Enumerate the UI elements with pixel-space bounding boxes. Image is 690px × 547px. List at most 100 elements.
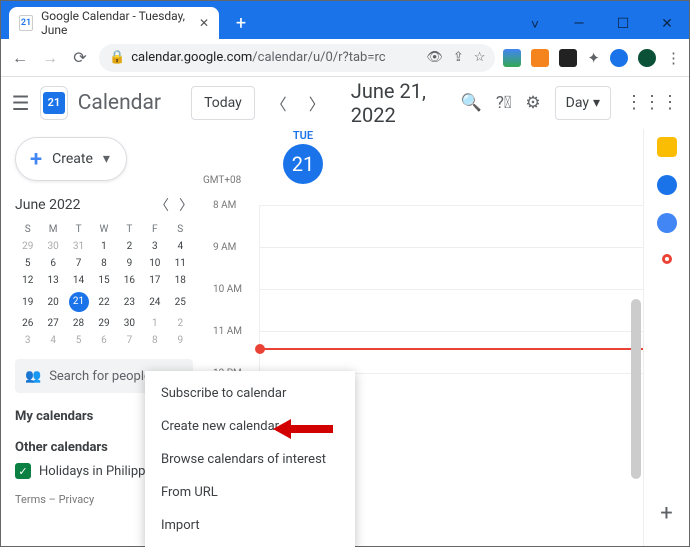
window-minimize-icon[interactable]: — bbox=[557, 9, 601, 39]
google-apps-icon[interactable]: ⋮⋮⋮ bbox=[625, 92, 679, 113]
mini-dow: M bbox=[40, 221, 65, 238]
mini-next-icon[interactable]: 〉 bbox=[179, 195, 193, 215]
eye-icon[interactable]: 👁 bbox=[426, 50, 443, 65]
extension-icon[interactable] bbox=[503, 49, 521, 67]
mini-day[interactable]: 8 bbox=[142, 332, 167, 349]
mini-dow: S bbox=[168, 221, 193, 238]
mini-day[interactable]: 13 bbox=[40, 272, 65, 289]
share-icon[interactable]: ⇪ bbox=[453, 50, 464, 65]
main-menu-icon[interactable]: ☰ bbox=[11, 91, 30, 115]
mini-day[interactable]: 29 bbox=[91, 315, 116, 332]
lock-icon: 🔒 bbox=[109, 50, 125, 65]
scrollbar-thumb[interactable] bbox=[631, 299, 641, 479]
menu-item[interactable]: Subscribe to calendar bbox=[145, 377, 355, 410]
mini-day[interactable]: 4 bbox=[168, 238, 193, 255]
mini-day[interactable]: 4 bbox=[40, 332, 65, 349]
maps-icon[interactable] bbox=[657, 251, 677, 271]
keep-icon[interactable] bbox=[657, 137, 677, 157]
mini-day[interactable]: 22 bbox=[91, 289, 116, 315]
browser-tab[interactable]: 21 Google Calendar - Tuesday, June ✕ bbox=[9, 7, 219, 39]
view-selector[interactable]: Day ▾ bbox=[555, 86, 611, 120]
extension-dark-icon[interactable] bbox=[559, 49, 577, 67]
create-button[interactable]: + Create ▾ bbox=[15, 137, 127, 181]
bookmark-icon[interactable]: ☆ bbox=[474, 50, 486, 65]
mini-day[interactable]: 6 bbox=[91, 332, 116, 349]
mini-day[interactable]: 2 bbox=[168, 315, 193, 332]
mini-day[interactable]: 1 bbox=[91, 238, 116, 255]
mini-day[interactable]: 20 bbox=[40, 289, 65, 315]
extension-blue-icon[interactable] bbox=[610, 49, 628, 67]
mini-day[interactable]: 21 bbox=[66, 289, 91, 315]
back-icon[interactable]: ← bbox=[9, 48, 31, 68]
hour-row[interactable]: 8 AM bbox=[259, 205, 643, 247]
metamask-icon[interactable] bbox=[531, 49, 549, 67]
mini-day[interactable]: 7 bbox=[66, 255, 91, 272]
forward-icon[interactable]: → bbox=[39, 48, 61, 68]
mini-day[interactable]: 3 bbox=[142, 238, 167, 255]
mini-day[interactable]: 5 bbox=[66, 332, 91, 349]
day-number-badge: 21 bbox=[283, 144, 323, 184]
new-tab-button[interactable]: + bbox=[227, 9, 255, 37]
settings-gear-icon[interactable]: ⚙ bbox=[525, 93, 540, 113]
mini-day[interactable]: 30 bbox=[40, 238, 65, 255]
address-bar[interactable]: 🔒 calendar.google.com/calendar/u/0/r?tab… bbox=[99, 44, 495, 72]
mini-day[interactable]: 25 bbox=[168, 289, 193, 315]
calendar-item-label: Holidays in Philippi bbox=[39, 464, 149, 479]
mini-prev-icon[interactable]: 〈 bbox=[155, 195, 169, 215]
mini-day[interactable]: 6 bbox=[40, 255, 65, 272]
mini-day[interactable]: 29 bbox=[15, 238, 40, 255]
privacy-link[interactable]: Privacy bbox=[59, 493, 95, 506]
menu-item[interactable]: From URL bbox=[145, 476, 355, 509]
menu-item[interactable]: Import bbox=[145, 509, 355, 542]
mini-day[interactable]: 9 bbox=[168, 332, 193, 349]
mini-day[interactable]: 12 bbox=[15, 272, 40, 289]
mini-day[interactable]: 5 bbox=[15, 255, 40, 272]
add-addon-icon[interactable]: + bbox=[660, 501, 672, 526]
mini-dow: T bbox=[117, 221, 142, 238]
browser-menu-icon[interactable]: ⋮ bbox=[666, 49, 681, 67]
prev-period-icon[interactable]: 〈 bbox=[265, 91, 293, 115]
mini-day[interactable]: 26 bbox=[15, 315, 40, 332]
mini-calendar[interactable]: SMTWTFS 29303112345678910111213141516171… bbox=[15, 221, 193, 349]
hour-row[interactable]: 11 AM bbox=[259, 331, 643, 373]
hour-row[interactable]: 9 AM bbox=[259, 247, 643, 289]
mini-day[interactable]: 30 bbox=[117, 315, 142, 332]
tasks-icon[interactable] bbox=[657, 175, 677, 195]
window-close-icon[interactable]: ✕ bbox=[645, 9, 689, 39]
mini-day[interactable]: 7 bbox=[117, 332, 142, 349]
mini-day[interactable]: 9 bbox=[117, 255, 142, 272]
mini-day[interactable]: 19 bbox=[15, 289, 40, 315]
mini-day[interactable]: 17 bbox=[142, 272, 167, 289]
mini-day[interactable]: 31 bbox=[66, 238, 91, 255]
mini-day[interactable]: 1 bbox=[142, 315, 167, 332]
close-tab-icon[interactable]: ✕ bbox=[199, 16, 209, 30]
mini-day[interactable]: 16 bbox=[117, 272, 142, 289]
terms-link[interactable]: Terms bbox=[15, 493, 46, 506]
mini-day[interactable]: 8 bbox=[91, 255, 116, 272]
extensions-puzzle-icon[interactable]: ✦ bbox=[587, 49, 600, 67]
search-icon[interactable]: 🔍 bbox=[461, 93, 482, 113]
menu-item[interactable]: Browse calendars of interest bbox=[145, 443, 355, 476]
next-period-icon[interactable]: 〉 bbox=[303, 91, 331, 115]
mini-day[interactable]: 11 bbox=[168, 255, 193, 272]
mini-day[interactable]: 18 bbox=[168, 272, 193, 289]
mini-day[interactable]: 14 bbox=[66, 272, 91, 289]
side-panel: + bbox=[643, 129, 689, 546]
mini-day[interactable]: 3 bbox=[15, 332, 40, 349]
mini-day[interactable]: 10 bbox=[142, 255, 167, 272]
hour-row[interactable]: 10 AM bbox=[259, 289, 643, 331]
window-dropdown-icon[interactable]: ˅ bbox=[513, 9, 557, 39]
mini-day[interactable]: 23 bbox=[117, 289, 142, 315]
checkbox-checked-icon[interactable]: ✓ bbox=[15, 463, 31, 479]
mini-day[interactable]: 24 bbox=[142, 289, 167, 315]
mini-day[interactable]: 15 bbox=[91, 272, 116, 289]
today-button[interactable]: Today bbox=[191, 86, 255, 120]
contacts-icon[interactable] bbox=[657, 213, 677, 233]
reload-icon[interactable]: ⟳ bbox=[69, 48, 91, 67]
mini-day[interactable]: 2 bbox=[117, 238, 142, 255]
mini-day[interactable]: 28 bbox=[66, 315, 91, 332]
mini-day[interactable]: 27 bbox=[40, 315, 65, 332]
profile-avatar-icon[interactable] bbox=[638, 49, 656, 67]
help-icon[interactable]: ?⃝ bbox=[496, 93, 512, 113]
window-maximize-icon[interactable]: ☐ bbox=[601, 9, 645, 39]
